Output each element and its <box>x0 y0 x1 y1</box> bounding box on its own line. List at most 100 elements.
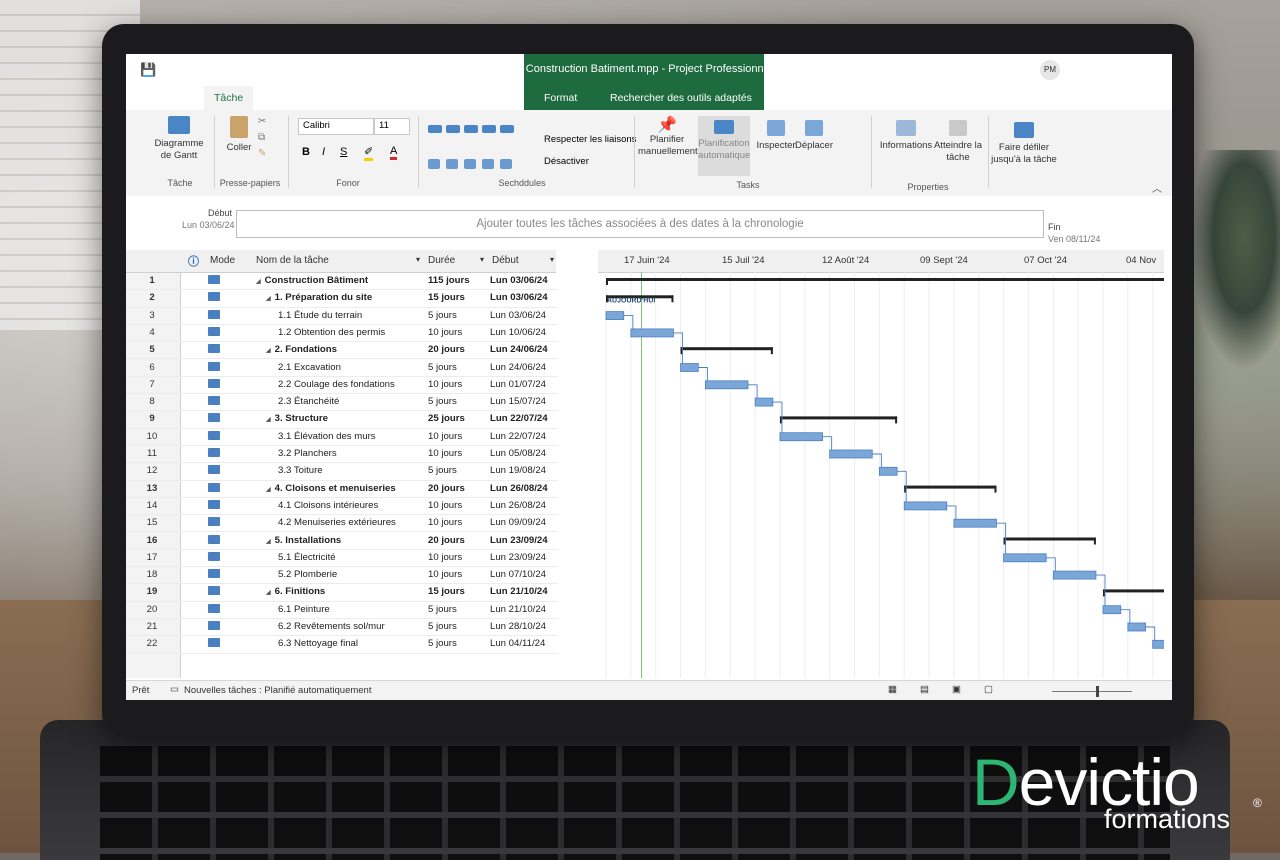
inspect-button[interactable]: Inspecter <box>756 120 796 152</box>
indent-icon[interactable] <box>428 159 440 169</box>
summary-bar-end[interactable] <box>671 295 674 303</box>
task-start[interactable]: Lun 09/09/24 <box>490 517 546 528</box>
task-bar[interactable] <box>705 380 749 390</box>
task-start[interactable]: Lun 01/07/24 <box>490 379 546 390</box>
table-row[interactable]: 12 3.3 Toiture 5 jours Lun 19/08/24 <box>126 462 558 481</box>
task-start[interactable]: Lun 15/07/24 <box>490 396 546 407</box>
task-duration[interactable]: 115 jours <box>428 275 470 286</box>
tab-aide[interactable]: Aide <box>492 92 513 104</box>
table-row[interactable]: 13 ◢ 4. Cloisons et menuiseries 20 jours Lun… <box>126 480 558 498</box>
summary-bar[interactable] <box>1003 537 1096 541</box>
task-name[interactable]: 3.1 Élévation des murs <box>278 431 376 442</box>
view-gantt-icon[interactable]: ▦ <box>888 684 897 695</box>
task-name[interactable]: 3.3 Toiture <box>278 465 323 476</box>
view-usage-icon[interactable]: ▤ <box>920 684 929 695</box>
task-bar[interactable] <box>605 311 625 320</box>
task-start[interactable]: Lun 03/06/24 <box>490 275 548 286</box>
table-row[interactable]: 16 ◢ 5. Installations 20 jours Lun 23/09/24 <box>126 532 558 550</box>
close-icon[interactable]: ✕ <box>1149 60 1160 76</box>
task-bar[interactable] <box>1003 553 1047 563</box>
move-button[interactable]: Déplacer <box>794 120 834 152</box>
task-duration[interactable]: 20 jours <box>428 483 465 494</box>
cut-icon[interactable]: ✂ <box>258 116 266 127</box>
collapse-triangle-icon[interactable]: ◢ <box>266 590 271 596</box>
task-name[interactable]: 3.2 Planchers <box>278 448 337 459</box>
task-bar[interactable] <box>1152 639 1164 649</box>
table-row[interactable]: 20 6.1 Peinture 5 jours Lun 21/10/24 <box>126 601 558 619</box>
table-row[interactable]: 8 2.3 Étanchéité 5 jours Lun 15/07/24 <box>126 393 558 412</box>
task-name[interactable]: 5.1 Électricité <box>278 552 336 563</box>
task-name[interactable]: ◢ 4. Cloisons et menuiseries <box>266 483 396 494</box>
italic-button[interactable]: I <box>322 146 325 158</box>
tab-ressource[interactable]: Ressource <box>261 92 311 104</box>
task-bar[interactable] <box>680 363 699 372</box>
task-duration[interactable]: 10 jours <box>428 500 462 511</box>
tab-format[interactable]: Format <box>544 92 577 104</box>
table-row[interactable]: 19 ◢ 6. Finitions 15 jours Lun 21/10/24 <box>126 583 558 602</box>
underline-button[interactable]: S <box>340 146 347 158</box>
column-start-dropdown-icon[interactable]: ▾ <box>550 255 554 264</box>
tab-fichier[interactable]: Fichier <box>150 92 182 104</box>
collapse-triangle-icon[interactable]: ◢ <box>266 539 271 545</box>
table-row[interactable]: 9 ◢ 3. Structure 25 jours Lun 22/07/24 <box>126 410 558 429</box>
task-bar[interactable] <box>878 466 898 476</box>
task-duration[interactable]: 5 jours <box>428 362 457 373</box>
column-name[interactable]: Nom de la tâche <box>256 255 329 266</box>
column-duration-dropdown-icon[interactable]: ▾ <box>480 255 484 264</box>
task-name[interactable]: ◢ 3. Structure <box>266 413 328 424</box>
avatar[interactable]: PM <box>1040 60 1060 80</box>
deactivate-button[interactable]: Désactiver <box>544 156 589 167</box>
table-row[interactable]: 1 ◢ Construction Bâtiment 115 jours Lun 03/0… <box>126 272 558 291</box>
task-duration[interactable]: 10 jours <box>428 569 462 580</box>
task-start[interactable]: Lun 24/06/24 <box>490 362 546 373</box>
percent-100-icon[interactable] <box>500 125 514 133</box>
highlight-icon[interactable]: ✐ <box>364 145 374 161</box>
zoom-slider[interactable] <box>1052 691 1132 692</box>
summary-bar[interactable] <box>680 347 773 351</box>
collapse-triangle-icon[interactable]: ◢ <box>256 279 261 285</box>
column-name-dropdown-icon[interactable]: ▾ <box>416 255 420 264</box>
gantt-chart-button[interactable]: Diagramme de Gantt <box>154 116 204 162</box>
status-new-tasks[interactable]: Nouvelles tâches : Planifié automatiquem… <box>184 685 371 696</box>
go-to-task-button[interactable]: Atteindre la tâche <box>932 120 984 164</box>
collapse-triangle-icon[interactable]: ◢ <box>266 417 271 423</box>
task-name[interactable]: ◢ Construction Bâtiment <box>256 275 368 286</box>
task-name[interactable]: 4.2 Menuiseries extérieures <box>278 517 396 528</box>
table-row[interactable]: 7 2.2 Coulage des fondations 10 jours Lun 0… <box>126 376 558 395</box>
task-duration[interactable]: 15 jours <box>428 586 465 597</box>
task-bar[interactable] <box>1127 622 1146 632</box>
manual-schedule-button[interactable]: 📌 Planifier manuellement <box>638 118 698 158</box>
summary-bar-end[interactable] <box>1093 537 1096 545</box>
task-start[interactable]: Lun 05/08/24 <box>490 448 546 459</box>
task-bar[interactable] <box>630 328 674 338</box>
table-row[interactable]: 3 1.1 Étude du terrain 5 jours Lun 03/06/24 <box>126 307 558 325</box>
task-bar[interactable] <box>779 432 823 442</box>
tab-projet[interactable]: Projet <box>382 92 409 104</box>
task-start[interactable]: Lun 22/07/24 <box>490 413 548 424</box>
tab-tache[interactable]: Tâche <box>204 86 254 110</box>
task-bar[interactable] <box>754 397 774 407</box>
table-row[interactable]: 15 4.2 Menuiseries extérieures 10 jours Lun… <box>126 514 558 533</box>
task-start[interactable]: Lun 23/09/24 <box>490 535 548 546</box>
summary-bar-end[interactable] <box>606 278 608 285</box>
task-duration[interactable]: 10 jours <box>428 517 462 528</box>
task-duration[interactable]: 20 jours <box>428 344 465 355</box>
outdent-icon[interactable] <box>446 159 458 169</box>
font-color-icon[interactable]: A <box>390 145 398 160</box>
task-name[interactable]: 1.2 Obtention des permis <box>278 327 385 338</box>
task-duration[interactable]: 5 jours <box>428 396 457 407</box>
task-name[interactable]: 2.1 Excavation <box>278 362 341 373</box>
task-bar[interactable] <box>903 501 948 511</box>
task-name[interactable]: 2.2 Coulage des fondations <box>278 379 395 390</box>
task-bar[interactable] <box>1052 570 1097 580</box>
table-row[interactable]: 6 2.1 Excavation 5 jours Lun 24/06/24 <box>126 359 558 377</box>
task-start[interactable]: Lun 19/08/24 <box>490 465 546 476</box>
percent-75-icon[interactable] <box>482 125 496 133</box>
task-name[interactable]: ◢ 5. Installations <box>266 535 341 546</box>
task-name[interactable]: 2.3 Étanchéité <box>278 396 339 407</box>
percent-25-icon[interactable] <box>446 125 460 133</box>
summary-bar-end[interactable] <box>895 416 898 424</box>
task-duration[interactable]: 5 jours <box>428 310 457 321</box>
task-bar[interactable] <box>1102 605 1122 615</box>
minimize-icon[interactable]: — <box>1072 60 1085 76</box>
